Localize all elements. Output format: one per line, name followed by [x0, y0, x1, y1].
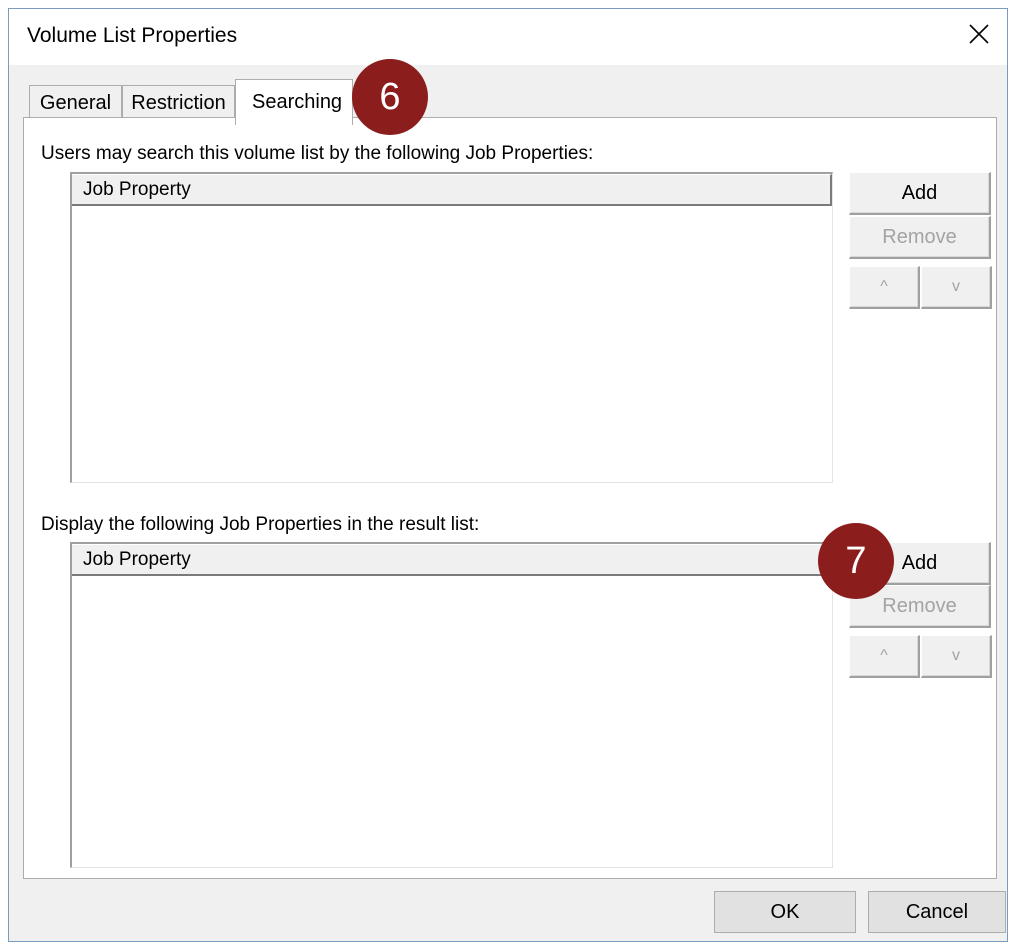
- searching-tab-panel: Users may search this volume list by the…: [23, 117, 997, 879]
- search-move-up-button[interactable]: ^: [849, 266, 920, 309]
- ok-button[interactable]: OK: [714, 891, 856, 933]
- display-list-column-label: Job Property: [83, 549, 191, 570]
- display-properties-label: Display the following Job Properties in …: [41, 514, 480, 535]
- search-properties-list[interactable]: Job Property: [70, 172, 833, 483]
- tab-general-label: General: [39, 92, 112, 114]
- search-add-button[interactable]: Add: [849, 172, 991, 215]
- step-badge-6: 6: [352, 59, 428, 135]
- tab-restriction-label: Restriction: [131, 92, 226, 114]
- search-list-column-header[interactable]: Job Property: [72, 174, 832, 206]
- search-list-column-label: Job Property: [83, 179, 191, 200]
- title-bar: Volume List Properties: [9, 9, 1007, 65]
- search-remove-button[interactable]: Remove: [849, 216, 991, 259]
- search-move-down-button[interactable]: v: [921, 266, 992, 309]
- display-move-up-button[interactable]: ^: [849, 635, 920, 678]
- step-badge-7: 7: [818, 523, 894, 599]
- tab-searching-label: Searching: [252, 91, 343, 113]
- tab-restriction[interactable]: Restriction: [122, 85, 235, 121]
- close-icon: [969, 24, 989, 44]
- close-button[interactable]: [951, 9, 1007, 59]
- display-list-column-header[interactable]: Job Property: [72, 544, 832, 576]
- display-move-down-button[interactable]: v: [921, 635, 992, 678]
- cancel-button[interactable]: Cancel: [868, 891, 1006, 933]
- display-properties-list[interactable]: Job Property: [70, 542, 833, 868]
- tab-general[interactable]: General: [29, 85, 122, 121]
- tab-searching[interactable]: Searching: [235, 79, 353, 125]
- dialog-title: Volume List Properties: [27, 24, 238, 47]
- search-properties-label: Users may search this volume list by the…: [41, 143, 594, 164]
- volume-list-properties-dialog: Volume List Properties General Restricti…: [8, 8, 1008, 942]
